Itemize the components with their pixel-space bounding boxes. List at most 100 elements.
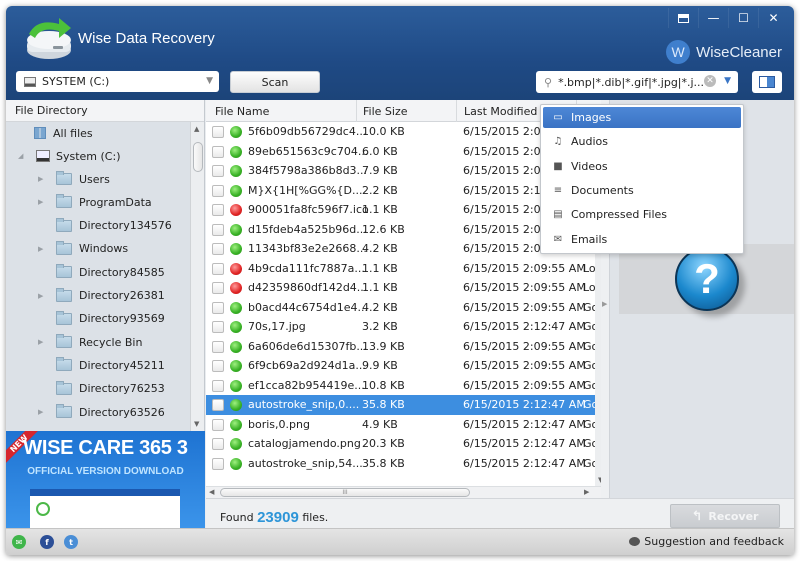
file-row[interactable]: b0acd44c6754d1e4... 4.2 KB 6/15/2015 2:09:…	[206, 298, 595, 318]
tree-item-folder[interactable]: ▶ Directory26381	[38, 285, 165, 307]
drive-select[interactable]: SYSTEM (C:) ▼	[16, 71, 219, 92]
close-button[interactable]: ✕	[758, 8, 788, 28]
scroll-right-icon[interactable]: ▶	[584, 488, 589, 496]
tree-item-folder[interactable]: ▶ Recycle Bin	[38, 331, 142, 353]
feedback-link[interactable]: Suggestion and feedback	[629, 535, 784, 548]
tree-item-folder[interactable]: Directory93569	[38, 308, 165, 330]
toggle-preview-button[interactable]	[752, 71, 782, 93]
filter-dropdown-chevron-icon[interactable]: ▼	[724, 76, 731, 86]
dropdown-item-images[interactable]: ▭ Images	[543, 107, 741, 128]
file-row[interactable]: 900051fa8fc596f7.ico 1.1 KB 6/15/2015 2:09…	[206, 200, 595, 220]
expand-arrow-icon[interactable]: ▶	[38, 198, 48, 206]
preview-image: ?	[619, 244, 794, 314]
row-checkbox[interactable]	[212, 418, 224, 431]
scroll-up-icon[interactable]: ▲	[194, 125, 199, 133]
row-checkbox[interactable]	[212, 360, 224, 372]
twitter-icon[interactable]: t	[64, 535, 78, 549]
column-file-size[interactable]: File Size	[363, 105, 407, 118]
tree-item-system-drive[interactable]: ◢ System (C:)	[18, 145, 121, 167]
file-row[interactable]: 11343bf83e2e2668... 4.2 KB 6/15/2015 2:09:…	[206, 239, 595, 259]
row-checkbox[interactable]	[212, 145, 224, 158]
tree-item-folder[interactable]: Directory76253	[38, 378, 165, 400]
hscroll-thumb[interactable]: III	[220, 488, 470, 497]
file-row[interactable]: ef1cca82b954419e... 10.8 KB 6/15/2015 2:09…	[206, 376, 595, 396]
row-checkbox[interactable]	[212, 399, 224, 411]
tree-item-folder[interactable]: ▶ ProgramData	[38, 191, 152, 213]
minimize-button[interactable]: —	[698, 8, 728, 28]
column-last-modified[interactable]: Last Modified	[464, 105, 537, 118]
row-checkbox[interactable]	[212, 457, 224, 470]
clear-filter-icon[interactable]: ✕	[704, 75, 716, 87]
file-name: catalogjamendo.png	[248, 437, 361, 450]
file-name: 6f9cb69a2d924d1a...	[248, 359, 366, 372]
expand-arrow-icon[interactable]: ▶	[38, 292, 48, 300]
dropdown-item-emails[interactable]: ✉ Emails	[543, 229, 741, 250]
tree-item-folder[interactable]: Directory45211	[38, 354, 165, 376]
row-checkbox[interactable]	[212, 126, 224, 138]
row-checkbox[interactable]	[212, 282, 224, 294]
tree-item-folder[interactable]: ▶ Directory63526	[38, 401, 165, 423]
collapse-arrow-icon[interactable]: ◢	[18, 152, 28, 160]
tree-item-all-files[interactable]: All files	[34, 122, 93, 144]
file-list-hscrollbar[interactable]: ◀ III ▶	[206, 486, 601, 498]
good-status-icon	[230, 126, 242, 138]
collapse-preview-icon[interactable]: ▶	[602, 300, 607, 308]
file-row[interactable]: 70s,17.jpg 3.2 KB 6/15/2015 2:12:47 AMGood	[206, 317, 595, 337]
row-checkbox[interactable]	[212, 301, 224, 314]
file-directory-sidebar: File Directory All files ◢ System (C:) ▶…	[6, 100, 205, 431]
file-row[interactable]: 5f6b09db56729dc4... 10.0 KB 6/15/2015 2:09…	[206, 122, 595, 142]
file-row[interactable]: d15fdeb4a525b96d... 12.6 KB 6/15/2015 2:09…	[206, 220, 595, 240]
expand-arrow-icon[interactable]: ▶	[38, 338, 48, 346]
wise-care-ad-banner[interactable]: NEW WISE CARE 365 3 OFFICIAL VERSION DOW…	[6, 431, 205, 528]
recover-button[interactable]: ↰ Recover	[670, 504, 780, 528]
row-checkbox[interactable]	[212, 262, 224, 275]
row-checkbox[interactable]	[212, 184, 224, 197]
sidebar-scroll-thumb[interactable]	[193, 142, 203, 172]
dropdown-item-audios[interactable]: ♫ Audios	[543, 131, 741, 152]
file-size: 1.1 KB	[362, 281, 398, 294]
row-checkbox[interactable]	[212, 223, 224, 236]
drive-icon	[24, 76, 36, 87]
file-row[interactable]: 4b9cda111fc7887a... 1.1 KB 6/15/2015 2:09:…	[206, 259, 595, 279]
row-checkbox[interactable]	[212, 204, 224, 216]
tree-item-folder[interactable]: ▶ Users	[38, 168, 110, 190]
row-checkbox[interactable]	[212, 438, 224, 450]
tree-item-folder[interactable]: Directory134576	[38, 215, 172, 237]
file-type-filter[interactable]: ⚲ *.bmp|*.dib|*.gif|*.jpg|*.j... ✕ ▼	[536, 71, 738, 93]
file-row[interactable]: autostroke_snip,54... 35.8 KB 6/15/2015 2:…	[206, 454, 595, 474]
row-checkbox[interactable]	[212, 243, 224, 255]
sidebar-scrollbar[interactable]: ▲ ▼	[190, 122, 204, 431]
expand-arrow-icon[interactable]: ▶	[38, 245, 48, 253]
row-checkbox[interactable]	[212, 379, 224, 392]
facebook-icon[interactable]: f	[40, 535, 54, 549]
file-row[interactable]: 89eb651563c9c704... 6.0 KB 6/15/2015 2:09:…	[206, 142, 595, 162]
file-row[interactable]: catalogjamendo.png 20.3 KB 6/15/2015 2:12:…	[206, 434, 595, 454]
file-row[interactable]: M}X{1H[%GG%{D... 2.2 KB 6/15/2015 2:12:47 …	[206, 181, 595, 201]
row-checkbox[interactable]	[212, 340, 224, 353]
dropdown-item-documents[interactable]: ≡ Documents	[543, 180, 741, 201]
file-row[interactable]: 384f5798a386b8d3... 7.9 KB 6/15/2015 2:09:…	[206, 161, 595, 181]
dropdown-item-compressed-files[interactable]: ▤ Compressed Files	[543, 204, 741, 225]
tree-item-folder[interactable]: ▶ Windows	[38, 238, 128, 260]
wisecleaner-brand[interactable]: W WiseCleaner	[666, 40, 782, 64]
scroll-left-icon[interactable]: ◀	[209, 488, 214, 496]
file-row[interactable]: boris,0.png 4.9 KB 6/15/2015 2:12:47 AMGoo…	[206, 415, 595, 435]
maximize-button[interactable]: ☐	[728, 8, 758, 28]
expand-arrow-icon[interactable]: ▶	[38, 408, 48, 416]
skin-button[interactable]	[668, 8, 698, 28]
row-checkbox[interactable]	[212, 321, 224, 333]
row-checkbox[interactable]	[212, 165, 224, 177]
video-icon: ■	[553, 160, 563, 172]
file-row[interactable]: 6f9cb69a2d924d1a... 9.9 KB 6/15/2015 2:09:…	[206, 356, 595, 376]
expand-arrow-icon[interactable]: ▶	[38, 175, 48, 183]
dropdown-item-videos[interactable]: ■ Videos	[543, 156, 741, 177]
file-row[interactable]: d42359860df142d4... 1.1 KB 6/15/2015 2:09:…	[206, 278, 595, 298]
folder-label: Recycle Bin	[79, 335, 143, 349]
email-share-icon[interactable]: ✉	[12, 535, 26, 549]
scroll-down-icon[interactable]: ▼	[194, 420, 199, 428]
column-file-name[interactable]: File Name	[215, 105, 269, 118]
scan-button[interactable]: Scan	[230, 71, 320, 93]
file-row[interactable]: autostroke_snip,0.... 35.8 KB 6/15/2015 2:…	[206, 395, 595, 415]
file-row[interactable]: 6a606de6d15307fb... 13.9 KB 6/15/2015 2:09…	[206, 337, 595, 357]
tree-item-folder[interactable]: Directory84585	[38, 261, 165, 283]
